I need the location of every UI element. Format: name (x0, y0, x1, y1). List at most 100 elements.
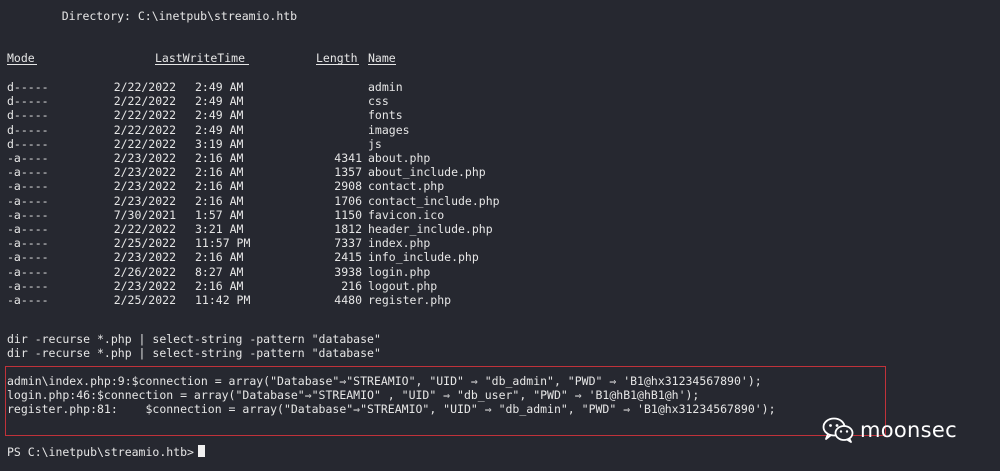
column-header-name: Name (368, 51, 396, 65)
listing-row: d----- 2/22/2022 2:49 AM images (0, 123, 1000, 137)
entry-mode: -a---- (7, 293, 49, 307)
entry-date: 2/22/2022 (113, 94, 176, 109)
entry-time: 2:16 AM (195, 250, 244, 265)
entry-length: 4480 (334, 293, 362, 307)
wechat-icon (822, 417, 854, 443)
entry-time: 3:21 AM (195, 222, 244, 236)
entry-date: 2/25/2022 (113, 236, 176, 251)
entry-time: 2:16 AM (195, 151, 244, 165)
entry-length: 1706 (334, 193, 362, 208)
entry-name: images (368, 122, 410, 137)
entry-date: 2/23/2022 (113, 151, 176, 165)
listing-row: d----- 2/22/2022 3:19 AM js (0, 137, 1000, 151)
entry-date: 2/23/2022 (113, 250, 176, 265)
entry-mode: -a---- (7, 179, 49, 194)
entry-time: 3:19 AM (195, 136, 244, 151)
entry-mode: -a---- (7, 250, 49, 265)
entry-length: 1812 (334, 222, 362, 236)
watermark: moonsec (822, 415, 957, 445)
entry-time: 2:16 AM (195, 179, 244, 194)
entry-time: 2:49 AM (195, 80, 244, 94)
entry-date: 2/22/2022 (113, 122, 176, 137)
listing-row: -a---- 2/22/2022 3:21 AM 1812 header_include… (0, 222, 1000, 236)
entry-name: login.php (368, 264, 431, 279)
entry-time: 2:49 AM (195, 108, 244, 123)
watermark-text: moonsec (860, 418, 957, 442)
entry-time: 11:42 PM (195, 293, 251, 307)
entry-mode: -a---- (7, 207, 49, 222)
entry-date: 2/22/2022 (113, 108, 176, 123)
listing-row: -a---- 2/23/2022 2:16 AM 1357 about_include.… (0, 165, 1000, 179)
entry-mode: -a---- (7, 236, 49, 251)
column-header-lastwritetime: LastWriteTime (155, 51, 246, 65)
entry-length: 1357 (334, 165, 362, 180)
entry-mode: d----- (7, 108, 49, 123)
entry-mode: d----- (7, 136, 49, 151)
entry-mode: d----- (7, 122, 49, 137)
entry-length: 216 (341, 278, 362, 293)
listing-row: d----- 2/22/2022 2:49 AM fonts (0, 108, 1000, 122)
entry-length: 7337 (334, 236, 362, 251)
entry-date: 2/23/2022 (113, 278, 176, 293)
listing-row: -a---- 2/23/2022 2:16 AM 216 logout.php (0, 279, 1000, 293)
entry-name: register.php (368, 293, 452, 307)
column-header-length: Length (316, 51, 358, 65)
listing-row: -a---- 7/30/2021 1:57 AM 1150 favicon.ico (0, 208, 1000, 222)
column-header-mode: Mode (7, 51, 35, 65)
listing-row: d----- 2/22/2022 2:49 AM css (0, 94, 1000, 108)
column-underline-length (316, 64, 359, 65)
entry-date: 2/25/2022 (113, 293, 176, 307)
entry-time: 2:49 AM (195, 94, 244, 109)
text-cursor (197, 445, 205, 457)
entry-mode: d----- (7, 80, 49, 94)
entry-date: 2/23/2022 (113, 165, 176, 180)
entry-name: fonts (368, 108, 403, 123)
entry-date: 7/30/2021 (113, 207, 176, 222)
entry-date: 2/22/2022 (113, 136, 176, 151)
entry-name: about_include.php (368, 165, 486, 180)
command-line: dir -recurse *.php | select-string -patt… (7, 346, 381, 360)
entry-length: 2415 (334, 250, 362, 265)
entry-name: logout.php (368, 278, 438, 293)
listing-row: -a---- 2/26/2022 8:27 AM 3938 login.php (0, 265, 1000, 279)
entry-mode: -a---- (7, 193, 49, 208)
listing-row: -a---- 2/23/2022 2:16 AM 1706 contact_includ… (0, 194, 1000, 208)
entry-time: 8:27 AM (195, 264, 244, 279)
column-underline-lastwritetime (155, 64, 249, 65)
listing-row: -a---- 2/25/2022 11:42 PM 4480 register.php (0, 293, 1000, 307)
listing-row: -a---- 2/23/2022 2:16 AM 2415 info_include.p… (0, 250, 1000, 264)
entry-time: 11:57 PM (195, 236, 251, 251)
entry-time: 2:16 AM (195, 165, 244, 180)
entry-time: 2:16 AM (195, 193, 244, 208)
column-underline-mode (7, 64, 37, 65)
entry-name: contact_include.php (368, 193, 500, 208)
listing-row: -a---- 2/23/2022 2:16 AM 4341 about.php (0, 151, 1000, 165)
entry-date: 2/22/2022 (113, 80, 176, 94)
column-underline-name (368, 64, 396, 65)
entry-mode: -a---- (7, 278, 49, 293)
entry-time: 2:16 AM (195, 278, 244, 293)
entry-name: about.php (368, 151, 431, 165)
entry-time: 1:57 AM (195, 207, 244, 222)
entry-name: js (368, 136, 382, 151)
prompt-text: PS C:\inetpub\streamio.htb> (7, 445, 194, 459)
entry-name: admin (368, 80, 403, 94)
result-line: register.php:81: $connection = array("Da… (7, 402, 776, 416)
entry-name: info_include.php (368, 250, 479, 265)
entry-mode: d----- (7, 94, 49, 109)
entry-name: contact.php (368, 179, 445, 194)
entry-mode: -a---- (7, 151, 49, 165)
shell-prompt[interactable]: PS C:\inetpub\streamio.htb> (7, 445, 205, 459)
listing-row: -a---- 2/23/2022 2:16 AM 2908 contact.php (0, 179, 1000, 193)
entry-name: css (368, 94, 389, 109)
entry-mode: -a---- (7, 222, 49, 236)
entry-mode: -a---- (7, 165, 49, 180)
command-line: dir -recurse *.php | select-string -patt… (7, 332, 381, 346)
entry-name: index.php (368, 236, 431, 251)
listing-row: d----- 2/22/2022 2:49 AM admin (0, 80, 1000, 94)
entry-name: header_include.php (368, 222, 493, 236)
entry-length: 4341 (334, 151, 362, 165)
entry-time: 2:49 AM (195, 122, 244, 137)
terminal-window[interactable]: Directory: C:\inetpub\streamio.htb Mode … (0, 0, 1000, 471)
directory-header: Directory: C:\inetpub\streamio.htb (34, 9, 298, 23)
